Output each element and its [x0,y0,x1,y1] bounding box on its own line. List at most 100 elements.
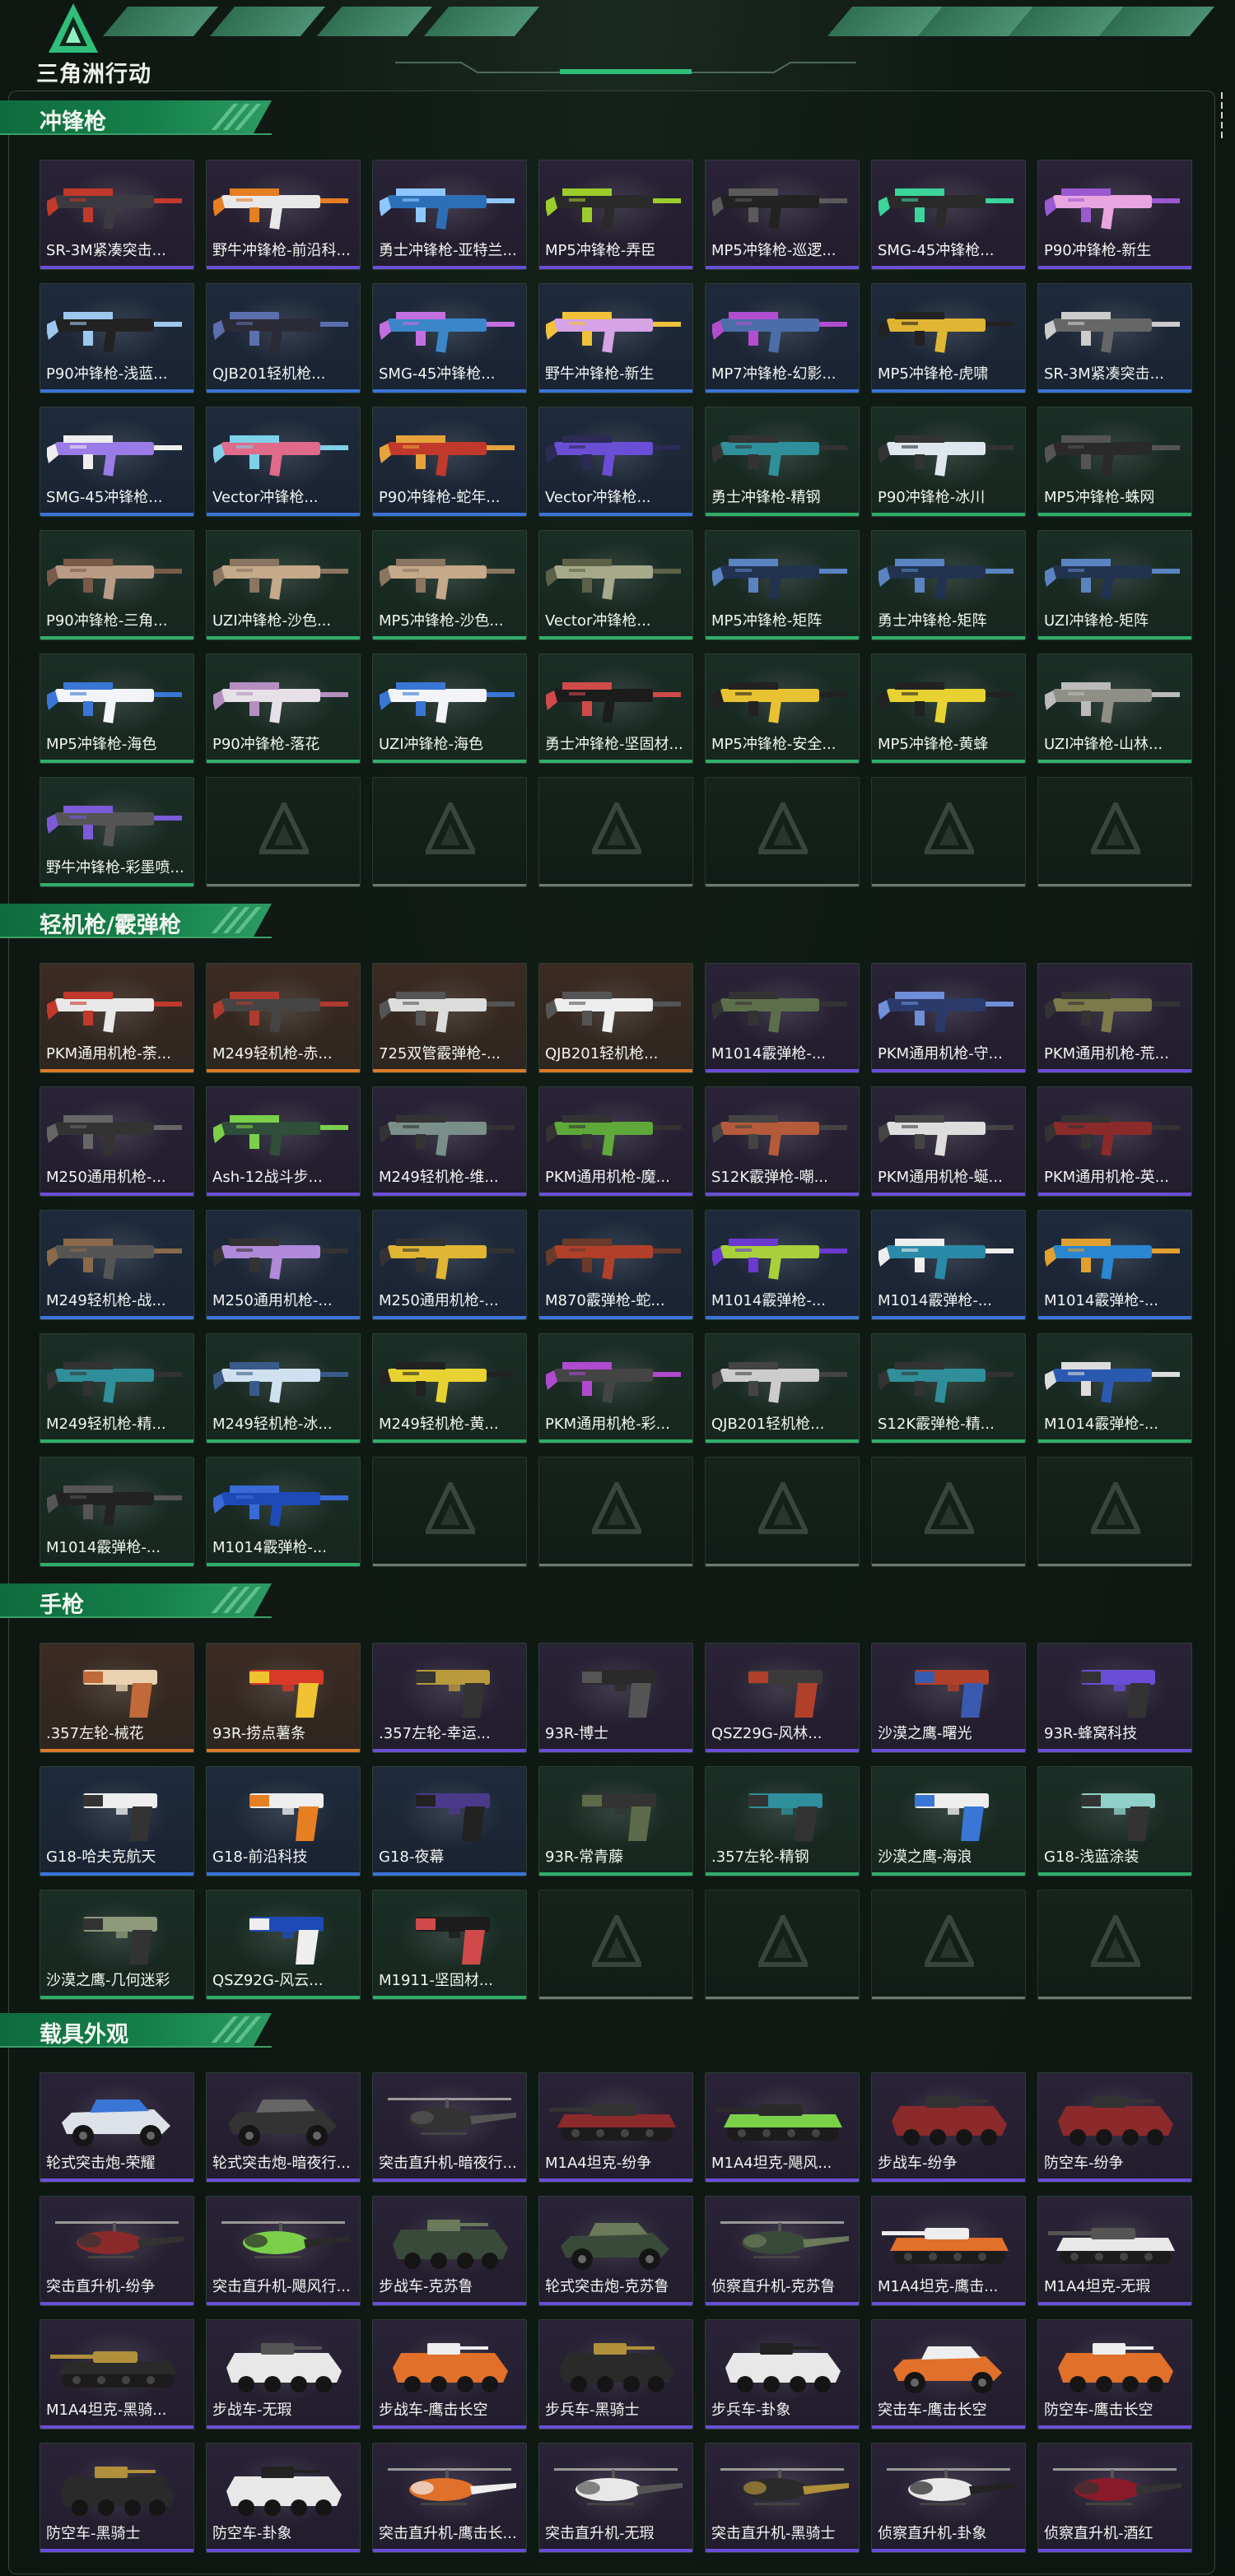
skin-card[interactable]: 步战车-无瑕 [206,2319,361,2430]
skin-card[interactable]: SR-3M紧凑突击... [1037,283,1192,393]
skin-card[interactable]: 93R-捞点薯条 [206,1643,361,1753]
skin-card[interactable]: M249轻机枪-维... [372,1086,527,1197]
skin-card[interactable]: M249轻机枪-冰... [206,1333,361,1444]
skin-card[interactable]: 轮式突击炮-荣耀 [40,2072,194,2183]
skin-card[interactable]: QJB201轻机枪... [538,963,693,1073]
skin-card[interactable]: MP5冲锋枪-弄臣 [538,160,693,270]
skin-card[interactable]: M249轻机枪-赤... [206,963,361,1073]
skin-card[interactable]: 步兵车-黑骑士 [538,2319,693,2430]
skin-card[interactable]: MP5冲锋枪-蛛网 [1037,407,1192,517]
skin-card[interactable]: M249轻机枪-黄... [372,1333,527,1444]
skin-card[interactable]: M1014霰弹枪-... [40,1457,194,1567]
skin-card[interactable]: 步战车-纷争 [871,2072,1026,2183]
skin-card[interactable]: 突击直升机-无瑕 [538,2443,693,2553]
skin-card[interactable]: SR-3M紧凑突击... [40,160,194,270]
skin-card[interactable]: M1014霰弹枪-... [1037,1210,1192,1320]
skin-card[interactable]: 防空车-鹰击长空 [1037,2319,1192,2430]
skin-card[interactable]: 防空车-纷争 [1037,2072,1192,2183]
skin-card[interactable]: QSZ29G-风林... [705,1643,860,1753]
skin-card[interactable]: P90冲锋枪-浅蓝... [40,283,194,393]
skin-card[interactable]: .357左轮-幸运... [372,1643,527,1753]
skin-card[interactable]: PKM通用机枪-彩... [538,1333,693,1444]
skin-card[interactable]: .357左轮-精钢 [705,1766,860,1876]
skin-card[interactable]: P90冲锋枪-新生 [1037,160,1192,270]
skin-card[interactable]: 93R-常青藤 [538,1766,693,1876]
skin-card[interactable]: M250通用机枪-... [40,1086,194,1197]
skin-card[interactable]: M870霰弹枪-蛇... [538,1210,693,1320]
skin-card[interactable]: 野牛冲锋枪-彩墨喷... [40,777,194,887]
skin-card[interactable]: 勇士冲锋枪-精钢 [705,407,860,517]
skin-card[interactable]: G18-夜幕 [372,1766,527,1876]
skin-card[interactable]: 沙漠之鹰-海浪 [871,1766,1026,1876]
skin-card[interactable]: P90冲锋枪-冰川 [871,407,1026,517]
skin-card[interactable]: 突击直升机-飓风行... [206,2196,361,2306]
skin-card[interactable]: 野牛冲锋枪-前沿科... [206,160,361,270]
skin-card[interactable]: PKM通用机枪-魔... [538,1086,693,1197]
skin-card[interactable]: 侦察直升机-酒红 [1037,2443,1192,2553]
skin-card[interactable]: M1A4坦克-飓风... [705,2072,860,2183]
skin-card[interactable]: M1A4坦克-黑骑... [40,2319,194,2430]
skin-card[interactable]: M1014霰弹枪-... [705,1210,860,1320]
skin-card[interactable]: 步战车-鹰击长空 [372,2319,527,2430]
scrollbar[interactable] [1221,92,1224,142]
skin-card[interactable]: 突击直升机-鹰击长... [372,2443,527,2553]
skin-card[interactable]: Ash-12战斗步... [206,1086,361,1197]
skin-card[interactable]: SMG-45冲锋枪... [871,160,1026,270]
skin-card[interactable]: 725双管霰弹枪-... [372,963,527,1073]
skin-card[interactable]: Vector冲锋枪... [206,407,361,517]
skin-card[interactable]: G18-前沿科技 [206,1766,361,1876]
skin-card[interactable]: 勇士冲锋枪-矩阵 [871,530,1026,640]
skin-card[interactable]: MP5冲锋枪-黄蜂 [871,653,1026,764]
skin-card[interactable]: .357左轮-械花 [40,1643,194,1753]
skin-card[interactable]: QSZ92G-风云... [206,1890,361,2000]
skin-card[interactable]: M1A4坦克-纷争 [538,2072,693,2183]
skin-card[interactable]: MP5冲锋枪-虎啸 [871,283,1026,393]
skin-card[interactable]: UZI冲锋枪-矩阵 [1037,530,1192,640]
skin-card[interactable]: Vector冲锋枪... [538,530,693,640]
skin-card[interactable]: 步战车-克苏鲁 [372,2196,527,2306]
skin-card[interactable]: M1A4坦克-鹰击... [871,2196,1026,2306]
skin-card[interactable]: M1014霰弹枪-... [1037,1333,1192,1444]
skin-card[interactable]: M249轻机枪-精... [40,1333,194,1444]
skin-card[interactable]: UZI冲锋枪-山林... [1037,653,1192,764]
skin-card[interactable]: M1A4坦克-无瑕 [1037,2196,1192,2306]
skin-card[interactable]: 突击直升机-黑骑士 [705,2443,860,2553]
skin-card[interactable]: 93R-博士 [538,1643,693,1753]
skin-card[interactable]: 轮式突击炮-暗夜行... [206,2072,361,2183]
skin-card[interactable]: M249轻机枪-战... [40,1210,194,1320]
skin-card[interactable]: MP5冲锋枪-海色 [40,653,194,764]
skin-card[interactable]: MP5冲锋枪-沙色... [372,530,527,640]
skin-card[interactable]: UZI冲锋枪-海色 [372,653,527,764]
skin-card[interactable]: QJB201轻机枪... [705,1333,860,1444]
skin-card[interactable]: 勇士冲锋枪-亚特兰... [372,160,527,270]
skin-card[interactable]: P90冲锋枪-落花 [206,653,361,764]
skin-card[interactable]: 突击直升机-纷争 [40,2196,194,2306]
skin-card[interactable]: 沙漠之鹰-几何迷彩 [40,1890,194,2000]
skin-card[interactable]: 勇士冲锋枪-坚固材... [538,653,693,764]
skin-card[interactable]: PKM通用机枪-荒... [1037,963,1192,1073]
skin-card[interactable]: 93R-蜂窝科技 [1037,1643,1192,1753]
skin-card[interactable]: M1911-坚固材... [372,1890,527,2000]
skin-card[interactable]: UZI冲锋枪-沙色... [206,530,361,640]
skin-card[interactable]: 防空车-黑骑士 [40,2443,194,2553]
skin-card[interactable]: 沙漠之鹰-曙光 [871,1643,1026,1753]
skin-card[interactable]: MP7冲锋枪-幻影... [705,283,860,393]
skin-card[interactable]: 侦察直升机-克苏鲁 [705,2196,860,2306]
skin-card[interactable]: 防空车-卦象 [206,2443,361,2553]
skin-card[interactable]: Vector冲锋枪... [538,407,693,517]
skin-card[interactable]: 突击车-鹰击长空 [871,2319,1026,2430]
skin-card[interactable]: PKM通用机枪-蜒... [871,1086,1026,1197]
skin-card[interactable]: M1014霰弹枪-... [871,1210,1026,1320]
skin-card[interactable]: G18-哈夫克航天 [40,1766,194,1876]
skin-card[interactable]: M1014霰弹枪-... [206,1457,361,1567]
skin-card[interactable]: QJB201轻机枪... [206,283,361,393]
skin-card[interactable]: P90冲锋枪-蛇年... [372,407,527,517]
skin-card[interactable]: M250通用机枪-... [206,1210,361,1320]
skin-card[interactable]: PKM通用机枪-守... [871,963,1026,1073]
skin-card[interactable]: PKM通用机枪-英... [1037,1086,1192,1197]
skin-card[interactable]: 突击直升机-暗夜行... [372,2072,527,2183]
skin-card[interactable]: SMG-45冲锋枪... [40,407,194,517]
skin-card[interactable]: S12K霰弹枪-精... [871,1333,1026,1444]
skin-card[interactable]: 轮式突击炮-克苏鲁 [538,2196,693,2306]
skin-card[interactable]: P90冲锋枪-三角... [40,530,194,640]
